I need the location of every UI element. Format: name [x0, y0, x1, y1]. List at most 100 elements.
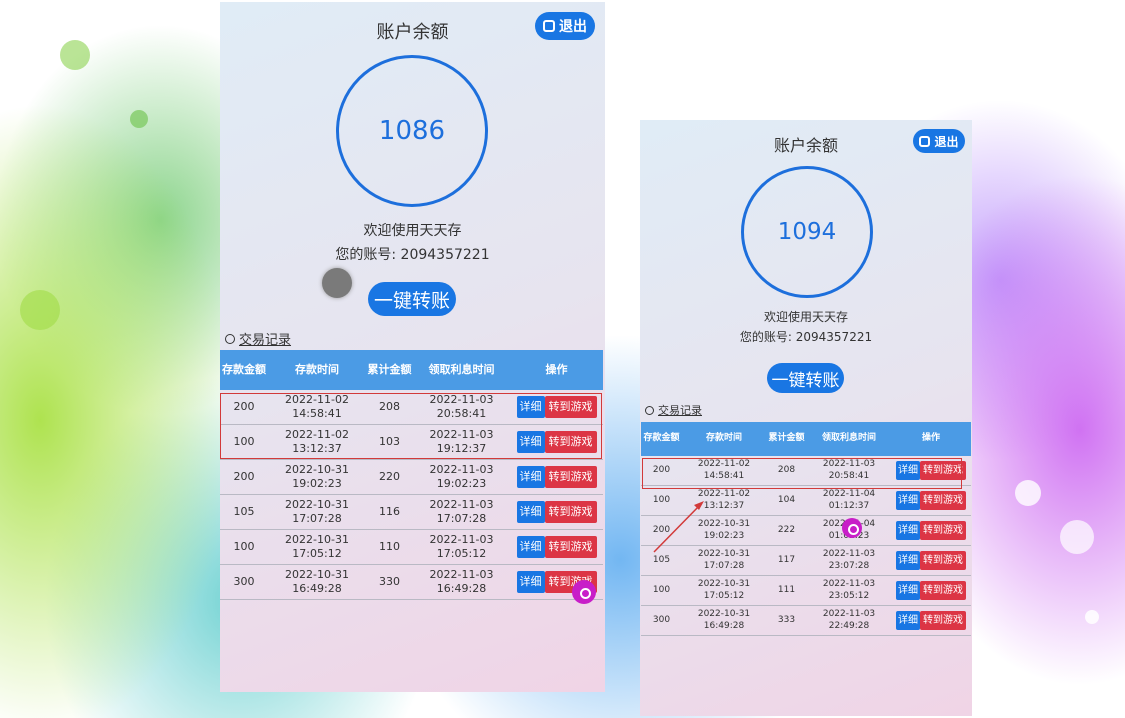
- cell-interest-time: 2022-11-03 17:07:28: [413, 494, 510, 530]
- history-link[interactable]: 交易记录: [225, 329, 291, 348]
- cell-deposit-time: 2022-10-31 17:05:12: [268, 529, 366, 565]
- go-to-game-button[interactable]: 转到游戏: [544, 465, 597, 489]
- account-number: 您的账号: 2094357221: [335, 247, 490, 263]
- cell-amount: 100: [220, 529, 268, 565]
- detail-button[interactable]: 详细: [516, 535, 545, 559]
- detail-button[interactable]: 详细: [896, 521, 920, 540]
- history-label: 交易记录: [658, 404, 702, 417]
- balance-circle: 1094: [741, 166, 873, 298]
- detail-button[interactable]: 详细: [896, 551, 920, 570]
- table-row: 300 2022-10-31 16:49:28 330 2022-11-03 1…: [220, 564, 603, 600]
- detail-button[interactable]: 详细: [896, 611, 920, 630]
- cell-total: 104: [766, 485, 807, 516]
- cell-actions: 详细 转到游戏: [510, 390, 603, 425]
- table-row: 100 2022-11-02 13:12:37 103 2022-11-03 1…: [220, 424, 603, 460]
- background-splatter: [1085, 610, 1099, 624]
- history-link[interactable]: 交易记录: [645, 402, 702, 418]
- detail-button[interactable]: 详细: [516, 500, 545, 524]
- table-row: 200 2022-11-02 14:58:41 208 2022-11-03 2…: [220, 390, 603, 425]
- screenshot-right: 账户余额 退出 1094 欢迎使用天天存 您的账号: 2094357221 一键…: [640, 120, 972, 716]
- welcome-text: 欢迎使用天天存: [763, 310, 848, 324]
- table-row: 100 2022-10-31 17:05:12 110 2022-11-03 1…: [220, 529, 603, 565]
- background-splatter: [1015, 480, 1041, 506]
- logout-button[interactable]: 退出: [913, 129, 965, 153]
- detail-button[interactable]: 详细: [516, 430, 545, 454]
- cell-amount: 200: [641, 456, 682, 486]
- go-to-game-button[interactable]: 转到游戏: [920, 491, 966, 510]
- cell-actions: 详细 转到游戏: [510, 529, 603, 565]
- column-header: 领取利息时间: [413, 350, 510, 390]
- table-row: 200 2022-10-31 19:02:23 220 2022-11-03 1…: [220, 459, 603, 495]
- go-to-game-button[interactable]: 转到游戏: [544, 430, 597, 454]
- cell-deposit-time: 2022-10-31 17:05:12: [682, 575, 766, 606]
- column-header: 累计金额: [766, 422, 807, 456]
- cell-interest-time: 2022-11-04 01:12:37: [807, 485, 891, 516]
- background-splatter: [60, 40, 90, 70]
- go-to-game-button[interactable]: 转到游戏: [920, 551, 966, 570]
- history-clock-icon: [225, 333, 235, 344]
- welcome-text: 欢迎使用天天存: [363, 223, 462, 239]
- cell-deposit-time: 2022-10-31 19:02:23: [268, 459, 366, 495]
- go-to-game-button[interactable]: 转到游戏: [920, 611, 966, 630]
- column-header: 存款时间: [268, 350, 366, 390]
- go-to-game-button[interactable]: 转到游戏: [920, 461, 966, 480]
- cell-total: 208: [766, 456, 807, 486]
- location-marker-icon: [842, 518, 862, 538]
- table-row: 200 2022-11-02 14:58:41 208 2022-11-03 2…: [641, 456, 971, 486]
- transaction-table: 存款金额 存款时间 累计金额 领取利息时间 操作 200 2022-11-02 …: [220, 350, 603, 600]
- table-row: 100 2022-11-02 13:12:37 104 2022-11-04 0…: [641, 485, 971, 516]
- detail-button[interactable]: 详细: [516, 465, 545, 489]
- transaction-table: 存款金额 存款时间 累计金额 领取利息时间 操作 200 2022-11-02 …: [641, 422, 971, 636]
- cell-deposit-time: 2022-10-31 16:49:28: [682, 605, 766, 636]
- cell-actions: 详细 转到游戏: [510, 459, 603, 495]
- cell-actions: 详细 转到游戏: [891, 605, 971, 636]
- detail-button[interactable]: 详细: [516, 570, 545, 594]
- balance-amount: 1086: [378, 116, 446, 146]
- table-row: 100 2022-10-31 17:05:12 111 2022-11-03 2…: [641, 575, 971, 606]
- cell-amount: 100: [641, 575, 682, 606]
- cell-deposit-time: 2022-10-31 17:07:28: [268, 494, 366, 530]
- transfer-button[interactable]: 一键转账: [767, 363, 844, 393]
- cell-total: 117: [766, 545, 807, 576]
- detail-button[interactable]: 详细: [516, 395, 545, 419]
- account-number: 您的账号: 2094357221: [739, 330, 873, 344]
- logout-button[interactable]: 退出: [535, 12, 595, 40]
- logout-label: 退出: [559, 19, 587, 35]
- cell-amount: 100: [220, 424, 268, 460]
- transfer-button[interactable]: 一键转账: [368, 282, 456, 316]
- background-splatter: [130, 110, 148, 128]
- detail-button[interactable]: 详细: [896, 581, 920, 600]
- detail-button[interactable]: 详细: [896, 491, 920, 510]
- cell-amount: 300: [220, 564, 268, 600]
- cell-interest-time: 2022-11-03 23:07:28: [807, 545, 891, 576]
- go-to-game-button[interactable]: 转到游戏: [920, 581, 966, 600]
- cell-deposit-time: 2022-11-02 14:58:41: [682, 456, 766, 486]
- cell-actions: 详细 转到游戏: [891, 545, 971, 576]
- column-header: 操作: [891, 422, 971, 456]
- background-splatter: [1060, 520, 1094, 554]
- cell-total: 330: [366, 564, 413, 600]
- cell-amount: 200: [220, 390, 268, 425]
- logout-label: 退出: [934, 134, 959, 149]
- cell-interest-time: 2022-11-03 23:05:12: [807, 575, 891, 606]
- cell-total: 116: [366, 494, 413, 530]
- cell-deposit-time: 2022-10-31 17:07:28: [682, 545, 766, 576]
- cell-interest-time: 2022-11-03 16:49:28: [413, 564, 510, 600]
- cell-total: 333: [766, 605, 807, 636]
- go-to-game-button[interactable]: 转到游戏: [920, 521, 966, 540]
- go-to-game-button[interactable]: 转到游戏: [544, 500, 597, 524]
- cell-actions: 详细 转到游戏: [510, 424, 603, 460]
- background-splatter: [20, 290, 60, 330]
- detail-button[interactable]: 详细: [896, 461, 920, 480]
- cell-interest-time: 2022-11-03 20:58:41: [807, 456, 891, 486]
- cell-deposit-time: 2022-11-02 13:12:37: [268, 424, 366, 460]
- logout-icon: [919, 135, 931, 147]
- go-to-game-button[interactable]: 转到游戏: [544, 395, 597, 419]
- touch-indicator: [322, 268, 352, 298]
- cell-amount: 100: [641, 485, 682, 516]
- cell-total: 222: [766, 515, 807, 546]
- go-to-game-button[interactable]: 转到游戏: [544, 535, 597, 559]
- column-header: 操作: [510, 350, 603, 390]
- cell-actions: 详细 转到游戏: [891, 485, 971, 516]
- cell-amount: 200: [220, 459, 268, 495]
